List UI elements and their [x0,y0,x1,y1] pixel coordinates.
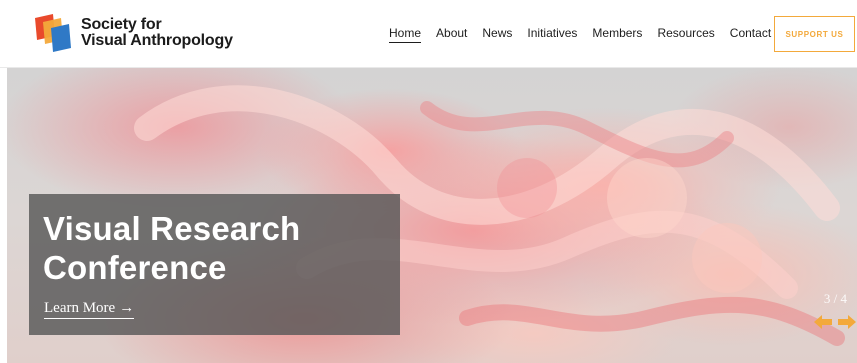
nav-item-members[interactable]: Members [592,26,642,42]
slider-next-button[interactable] [837,313,857,331]
arrow-left-icon [814,315,832,329]
hero-caption-box: Visual Research Conference Learn More → [29,194,400,335]
nav-item-home[interactable]: Home [389,26,422,43]
site-name-line2: Visual Anthropology [81,32,233,49]
nav-item-about[interactable]: About [436,26,467,42]
main-nav: Home About News Initiatives Members Reso… [389,0,786,68]
nav-item-initiatives[interactable]: Initiatives [527,26,577,42]
support-us-button[interactable]: SUPPORT US [774,16,855,52]
site-name-line1: Society for [81,16,162,33]
hero-slider: Visual Research Conference Learn More → 3… [7,68,857,363]
nav-item-news[interactable]: News [482,26,512,42]
arrow-right-small-icon: → [119,300,135,316]
site-logo-link[interactable]: Society for Visual Anthropology [33,12,233,54]
nav-item-resources[interactable]: Resources [657,26,714,42]
nav-item-contact[interactable]: Contact [730,26,771,42]
arrow-right-icon [838,315,856,329]
slider-arrows [813,313,857,331]
hero-title: Visual Research Conference [43,210,301,286]
overlapping-squares-logo-icon [35,14,71,52]
site-name: Society for Visual Anthropology [81,17,233,49]
page: Society for Visual Anthropology Home Abo… [0,0,857,363]
learn-more-link[interactable]: Learn More → [44,300,135,319]
site-header: Society for Visual Anthropology Home Abo… [0,0,857,68]
slide-counter: 3 / 4 [823,291,847,306]
slider-prev-button[interactable] [813,313,833,331]
learn-more-label: Learn More [44,300,116,316]
